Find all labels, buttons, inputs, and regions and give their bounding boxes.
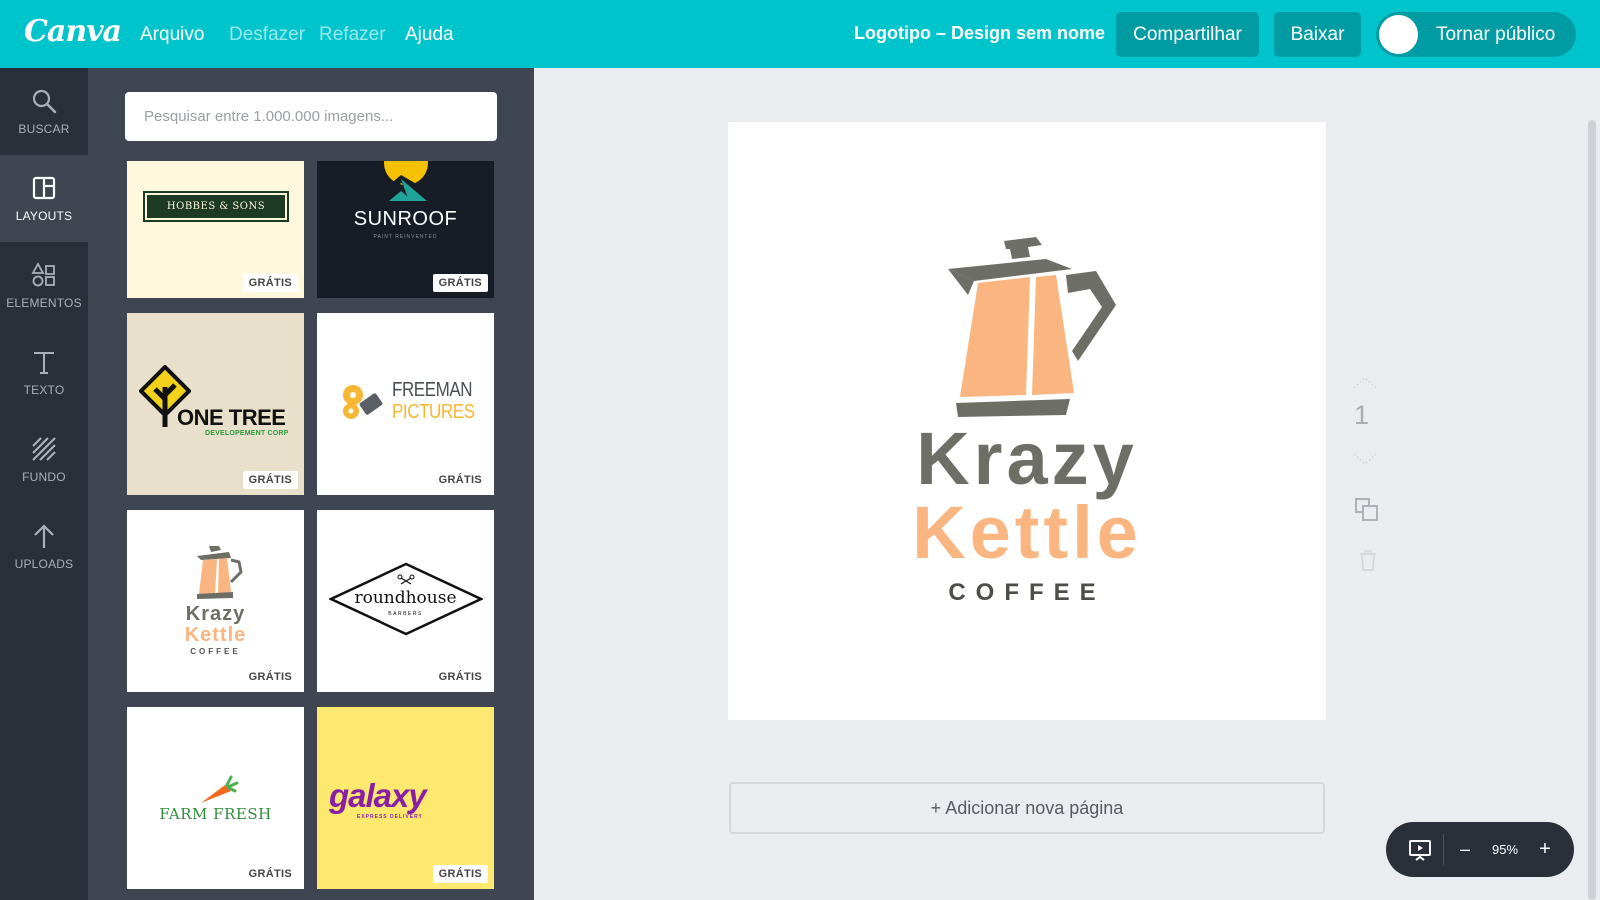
logo-title-krazy[interactable]: Krazy [728, 422, 1326, 496]
free-badge: GRÁTIS [242, 471, 298, 489]
sidebar-item-text[interactable]: TEXTO [0, 329, 88, 416]
layouts-icon [32, 176, 56, 199]
template-thumbnail[interactable]: FARM FRESH GRÁTIS [127, 707, 304, 889]
logo-subtitle-coffee[interactable]: COFFEE [728, 579, 1326, 607]
template-thumbnail[interactable]: HOBBES & SONS GRÁTIS [127, 161, 304, 298]
document-title[interactable]: Logotipo – Design sem nome [854, 23, 1105, 44]
sidebar-item-label: ELEMENTOS [6, 295, 82, 310]
template-title: ONE TREE [177, 405, 286, 430]
sidebar-item-label: LAYOUTS [15, 208, 73, 223]
sidebar-item-uploads[interactable]: UPLOADS [0, 503, 88, 590]
sidebar-rail: BUSCAR LAYOUTS ELEMENTOS TEXTO FUNDO UPL… [0, 68, 88, 900]
present-button[interactable] [1400, 822, 1440, 877]
hobbes-logo-plate: HOBBES & SONS [143, 191, 289, 222]
add-page-button[interactable]: + Adicionar nova página [729, 782, 1325, 834]
sidebar-item-layouts[interactable]: LAYOUTS [0, 155, 88, 242]
download-button[interactable]: Baixar [1274, 12, 1361, 57]
carrot-icon [201, 775, 239, 803]
template-thumbnail[interactable]: roundhouse BARBERS GRÁTIS [317, 510, 494, 692]
template-subtitle: DEVELOPEMENT CORP [205, 430, 289, 437]
sunroof-house-icon [375, 161, 439, 201]
sidebar-item-label: BUSCAR [18, 121, 70, 136]
template-subtitle: EXPRESS DELIVERY [357, 814, 423, 820]
vertical-scrollbar[interactable] [1588, 120, 1596, 900]
kettle-icon [197, 546, 243, 599]
search-icon [32, 89, 57, 113]
template-subtitle: COFFEE [190, 647, 241, 656]
free-badge: GRÁTIS [242, 274, 298, 292]
share-button[interactable]: Compartilhar [1116, 12, 1259, 57]
free-badge: GRÁTIS [432, 865, 488, 883]
sidebar-item-label: TEXTO [23, 382, 65, 397]
sidebar-item-label: FUNDO [22, 469, 66, 484]
template-thumbnail[interactable]: SUNROOF PAINT REINVENTED GRÁTIS [317, 161, 494, 298]
template-thumbnail[interactable]: ONE TREE DEVELOPEMENT CORP GRÁTIS [127, 313, 304, 495]
logo-title-kettle[interactable]: Kettle [728, 496, 1326, 570]
template-title: FREEMAN [392, 379, 473, 401]
canva-logo[interactable]: Canva [24, 14, 122, 49]
template-title-line2: PICTURES [392, 401, 475, 423]
make-public-toggle[interactable]: Tornar público [1376, 12, 1576, 57]
menu-help[interactable]: Ajuda [405, 24, 454, 46]
zoom-divider [1443, 834, 1444, 865]
zoom-controls: – 95% + [1386, 822, 1574, 877]
free-badge: GRÁTIS [242, 865, 298, 883]
template-title-line2: Kettle [184, 624, 247, 646]
zoom-out-button[interactable]: – [1450, 822, 1480, 877]
template-title: HOBBES & SONS [166, 201, 266, 212]
sidebar-item-search[interactable]: BUSCAR [0, 68, 88, 155]
duplicate-page-icon[interactable] [1354, 497, 1380, 523]
top-bar: Canva Arquivo Desfazer Refazer Ajuda Log… [0, 0, 1600, 68]
template-title: FARM FRESH [159, 805, 272, 823]
page-number: 1 [1354, 400, 1370, 430]
text-icon [34, 351, 54, 374]
sidebar-item-elements[interactable]: ELEMENTOS [0, 242, 88, 329]
layouts-panel: HOBBES & SONS GRÁTIS SUNROOF PAINT REINV… [88, 68, 534, 900]
template-subtitle: BARBERS [388, 611, 423, 617]
zoom-in-button[interactable]: + [1530, 822, 1560, 877]
search-input[interactable] [125, 92, 497, 141]
make-public-label: Tornar público [1436, 23, 1556, 45]
move-page-down-icon[interactable] [1352, 452, 1378, 466]
free-badge: GRÁTIS [432, 668, 488, 686]
free-badge: GRÁTIS [432, 274, 488, 292]
upload-icon [34, 523, 54, 548]
zoom-level[interactable]: 95% [1480, 822, 1530, 877]
menu-file[interactable]: Arquivo [140, 24, 204, 46]
menu-redo[interactable]: Refazer [319, 24, 386, 46]
sidebar-item-background[interactable]: FUNDO [0, 416, 88, 503]
menu-undo[interactable]: Desfazer [229, 24, 305, 46]
present-icon [1409, 839, 1431, 861]
kettle-illustration[interactable] [946, 235, 1126, 421]
film-reel-icon [343, 385, 383, 419]
free-badge: GRÁTIS [242, 668, 298, 686]
template-title: Krazy [185, 603, 246, 625]
move-page-up-icon[interactable] [1352, 376, 1378, 390]
template-thumbnail[interactable]: FREEMAN PICTURES GRÁTIS [317, 313, 494, 495]
free-badge: GRÁTIS [432, 471, 488, 489]
delete-page-icon[interactable] [1358, 549, 1378, 571]
template-title: SUNROOF [353, 208, 458, 230]
background-icon [32, 436, 56, 461]
sidebar-item-label: UPLOADS [14, 556, 74, 571]
design-page[interactable]: Krazy Kettle COFFEE [728, 122, 1326, 720]
template-title: roundhouse [354, 588, 457, 608]
elements-icon [31, 261, 55, 286]
template-subtitle: PAINT REINVENTED [373, 234, 438, 240]
template-title: galaxy [329, 777, 427, 814]
template-thumbnail[interactable]: galaxy EXPRESS DELIVERY GRÁTIS [317, 707, 494, 889]
toggle-knob [1379, 15, 1418, 54]
template-thumbnail[interactable]: Krazy Kettle COFFEE GRÁTIS [127, 510, 304, 692]
